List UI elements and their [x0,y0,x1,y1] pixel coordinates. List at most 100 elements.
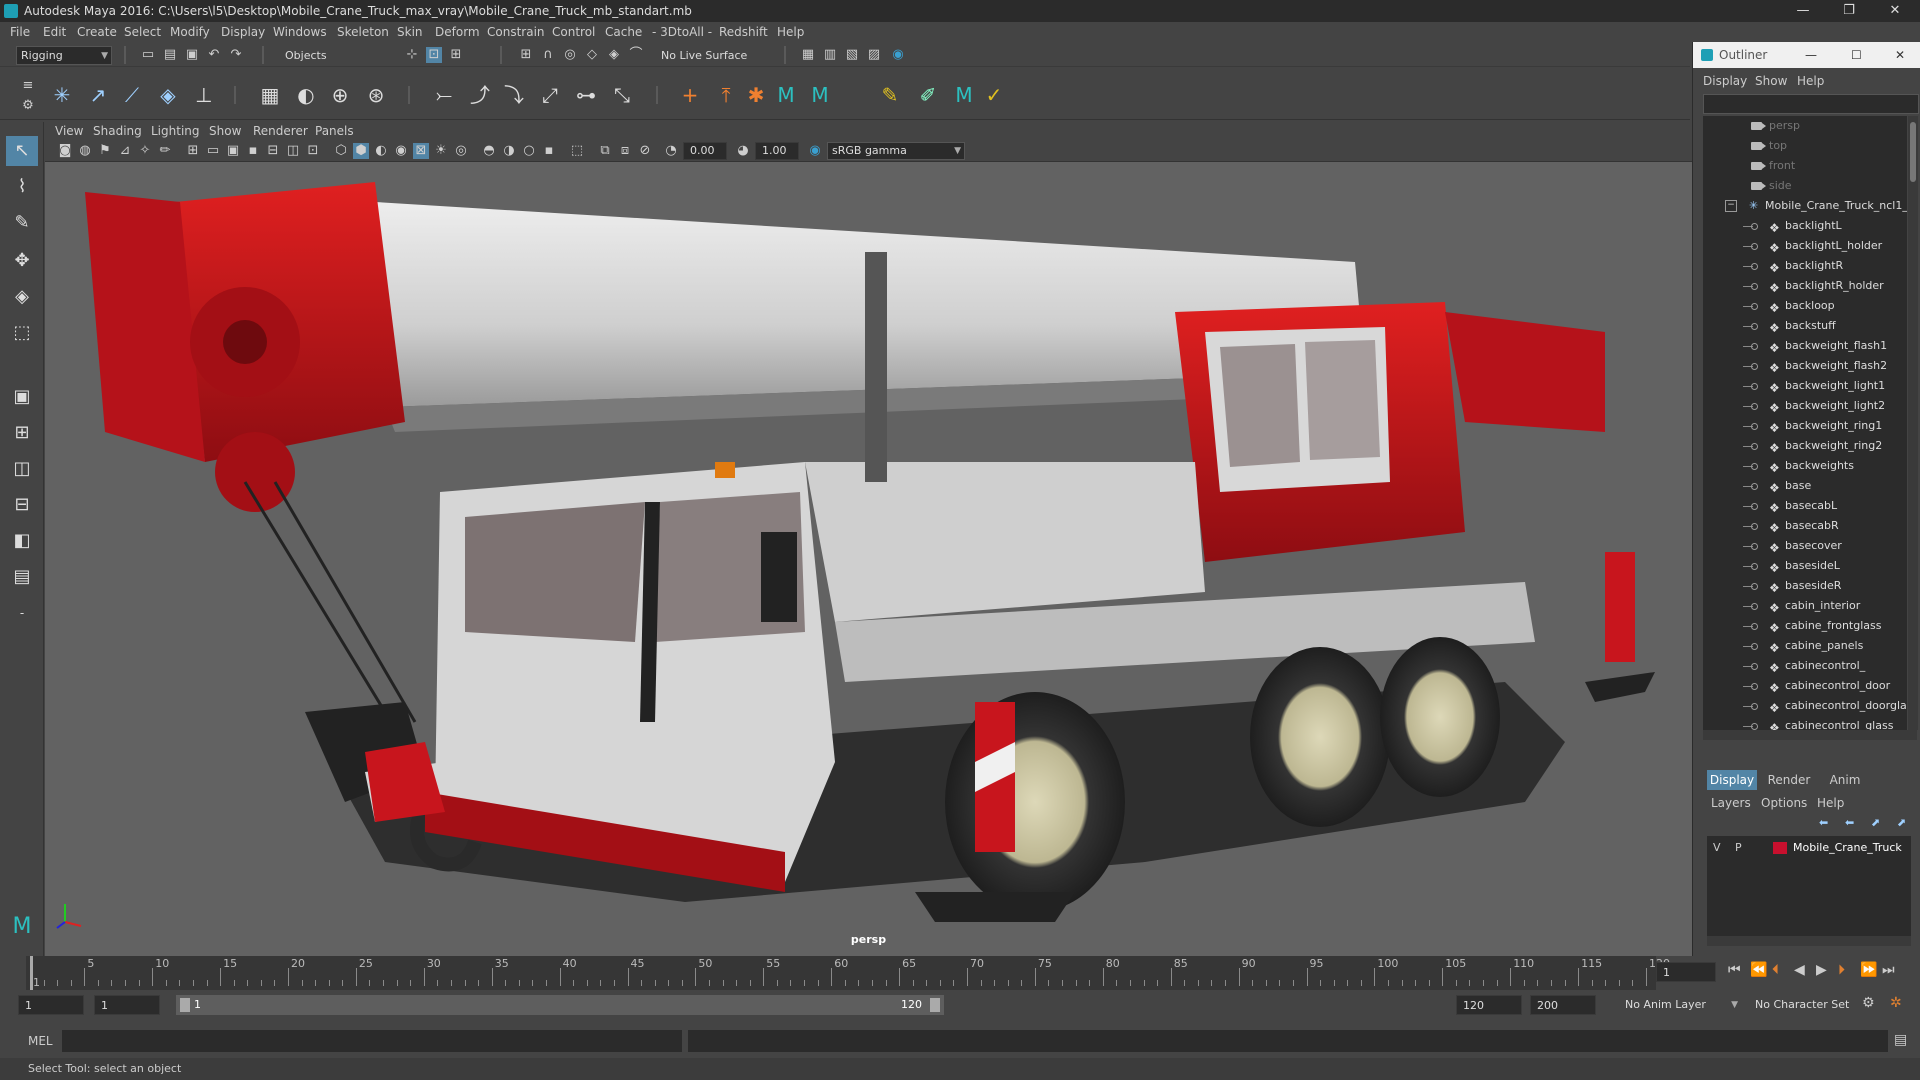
redo-icon[interactable]: ↷ [228,47,244,63]
expand-dot-icon[interactable] [1751,403,1758,410]
mode-dropdown[interactable]: Rigging ▼ [16,46,112,65]
expand-dot-icon[interactable] [1751,563,1758,570]
select-object-icon[interactable]: ⊡ [426,47,442,63]
menu-cache[interactable]: Cache [605,25,642,39]
script-editor-icon[interactable]: ▤ [1894,1032,1907,1048]
screen-ao-icon[interactable]: ◎ [453,143,469,159]
paint-weights-icon[interactable]: ✎ [876,82,904,108]
outliner-item[interactable]: ❖ backstuff [1703,316,1907,336]
render-view-icon[interactable]: ▨ [866,47,882,63]
color-management-icon[interactable]: ◉ [807,143,823,159]
range-handle-end[interactable] [930,998,940,1012]
outliner-item[interactable]: ❖ cabin_interior [1703,596,1907,616]
gamma-icon[interactable]: ◕ [735,143,751,159]
outliner-menu-help[interactable]: Help [1797,74,1824,88]
maya-m-alt-icon[interactable]: M [806,82,834,108]
ipr-render-icon[interactable]: ▧ [844,47,860,63]
outliner-item[interactable]: ❖ basecabL [1703,496,1907,516]
outliner-camera-top[interactable]: top [1703,136,1907,156]
auto-key-icon[interactable]: ⚙ [1862,995,1875,1011]
select-tool-icon[interactable]: ↖ [6,136,38,166]
expand-dot-icon[interactable] [1751,343,1758,350]
outliner-minimize-button[interactable]: — [1805,42,1817,68]
xray-icon[interactable]: ⬚ [569,143,585,159]
image-plane-icon[interactable]: ⊿ [117,143,133,159]
expand-dot-icon[interactable] [1751,643,1758,650]
camera-icon[interactable]: ◙ [57,143,73,159]
expand-dot-icon[interactable] [1751,543,1758,550]
menu-edit[interactable]: Edit [43,25,66,39]
vp-menu-show[interactable]: Show [209,124,241,138]
step-forward-icon[interactable]: ⏩ [1860,962,1877,978]
new-layer-icon[interactable]: ⬈ [1871,816,1880,829]
render-frame-icon[interactable]: ▥ [822,47,838,63]
expand-dot-icon[interactable] [1751,363,1758,370]
outliner-item[interactable]: ❖ basecover [1703,536,1907,556]
expand-dot-icon[interactable] [1751,463,1758,470]
smooth-shade-icon[interactable]: ⬢ [353,143,369,159]
mirror-joint-icon[interactable]: ⊥ [190,82,218,108]
backface-icon[interactable]: ⊘ [637,143,653,159]
outliner-search-input[interactable] [1703,94,1919,114]
snap-view-icon[interactable]: ◇ [584,47,600,63]
playback-start-field[interactable]: 1 [94,995,160,1015]
outliner-item[interactable]: ❖ cabinecontrol_doorglass [1703,696,1907,716]
lasso-tool-icon[interactable]: ⌇ [6,172,38,202]
persp-outliner-layout-icon[interactable]: ◧ [6,526,38,556]
hypershade-icon[interactable]: ◉ [890,47,906,63]
expand-dot-icon[interactable] [1751,663,1758,670]
undo-icon[interactable]: ↶ [206,47,222,63]
expand-dot-icon[interactable] [1751,523,1758,530]
expand-dot-icon[interactable] [1751,243,1758,250]
layers-menu-help[interactable]: Help [1817,796,1844,810]
outliner-root-item[interactable]: − ✳ Mobile_Crane_Truck_ncl1_1 [1703,196,1907,216]
outliner-camera-persp[interactable]: persp [1703,116,1907,136]
gamma-field[interactable]: 1.00 [755,142,799,160]
select-component-icon[interactable]: ⊞ [448,47,464,63]
check-icon[interactable]: ✓ [980,82,1008,108]
outliner-layout-icon[interactable]: ▤ [6,562,38,592]
wireframe-icon[interactable]: ⬡ [333,143,349,159]
layers-menu-layers[interactable]: Layers [1711,796,1751,810]
grid-icon[interactable]: ⊞ [185,143,201,159]
play-backward-icon[interactable]: ◀ [1794,962,1805,978]
menu-file[interactable]: File [10,25,30,39]
expand-dot-icon[interactable] [1751,683,1758,690]
aim-constraint-icon[interactable]: ⊶ [572,82,600,108]
color-space-dropdown[interactable]: sRGB gamma ▼ [827,142,965,160]
expand-dot-icon[interactable] [1751,583,1758,590]
menu-create[interactable]: Create [77,25,117,39]
outliner-item[interactable]: ❖ backweights [1703,456,1907,476]
close-button[interactable]: ✕ [1874,0,1916,22]
character-set-dropdown[interactable]: No Character Set [1750,995,1870,1015]
pole-vector-icon[interactable]: ⤡ [608,82,636,108]
layer-playback-toggle[interactable]: P [1735,838,1742,858]
locator-icon[interactable]: + [676,82,704,108]
outliner-item[interactable]: ❖ backlightL [1703,216,1907,236]
menu-deform[interactable]: Deform [435,25,480,39]
outliner-item[interactable]: ❖ cabinecontrol_ [1703,656,1907,676]
expand-dot-icon[interactable] [1751,383,1758,390]
menu-redshift[interactable]: Redshift [719,25,768,39]
exposure-field[interactable]: 0.00 [683,142,727,160]
menu-control[interactable]: Control [552,25,595,39]
menu-display[interactable]: Display [221,25,265,39]
layer-horizontal-scrollbar[interactable] [1707,936,1911,946]
two-d-pan-icon[interactable]: ✧ [137,143,153,159]
command-language-label[interactable]: MEL [28,1034,53,1048]
shelf-settings-icon[interactable]: ⚙ [20,98,36,114]
outliner-item[interactable]: ❖ base [1703,476,1907,496]
four-view-layout-icon[interactable]: ⊞ [6,418,38,448]
shelf-menu-icon[interactable]: ≡ [20,78,36,94]
outliner-item[interactable]: ❖ backweight_flash1 [1703,336,1907,356]
outliner-item[interactable]: ❖ backlightR_holder [1703,276,1907,296]
menu-help[interactable]: Help [777,25,804,39]
command-input[interactable] [62,1030,682,1052]
time-slider[interactable]: 1 5 10 15 20 25 30 35 40 45 50 55 60 65 70 75 80 85 90 95 10… [0,956,1920,990]
move-layer-up-icon[interactable]: ⬅ [1819,816,1828,829]
outliner-close-button[interactable]: ✕ [1895,42,1905,68]
layout-more-icon[interactable]: - [6,598,38,628]
expand-dot-icon[interactable] [1751,303,1758,310]
snap-surface-icon[interactable]: ◈ [606,47,622,63]
outliner-camera-side[interactable]: side [1703,176,1907,196]
